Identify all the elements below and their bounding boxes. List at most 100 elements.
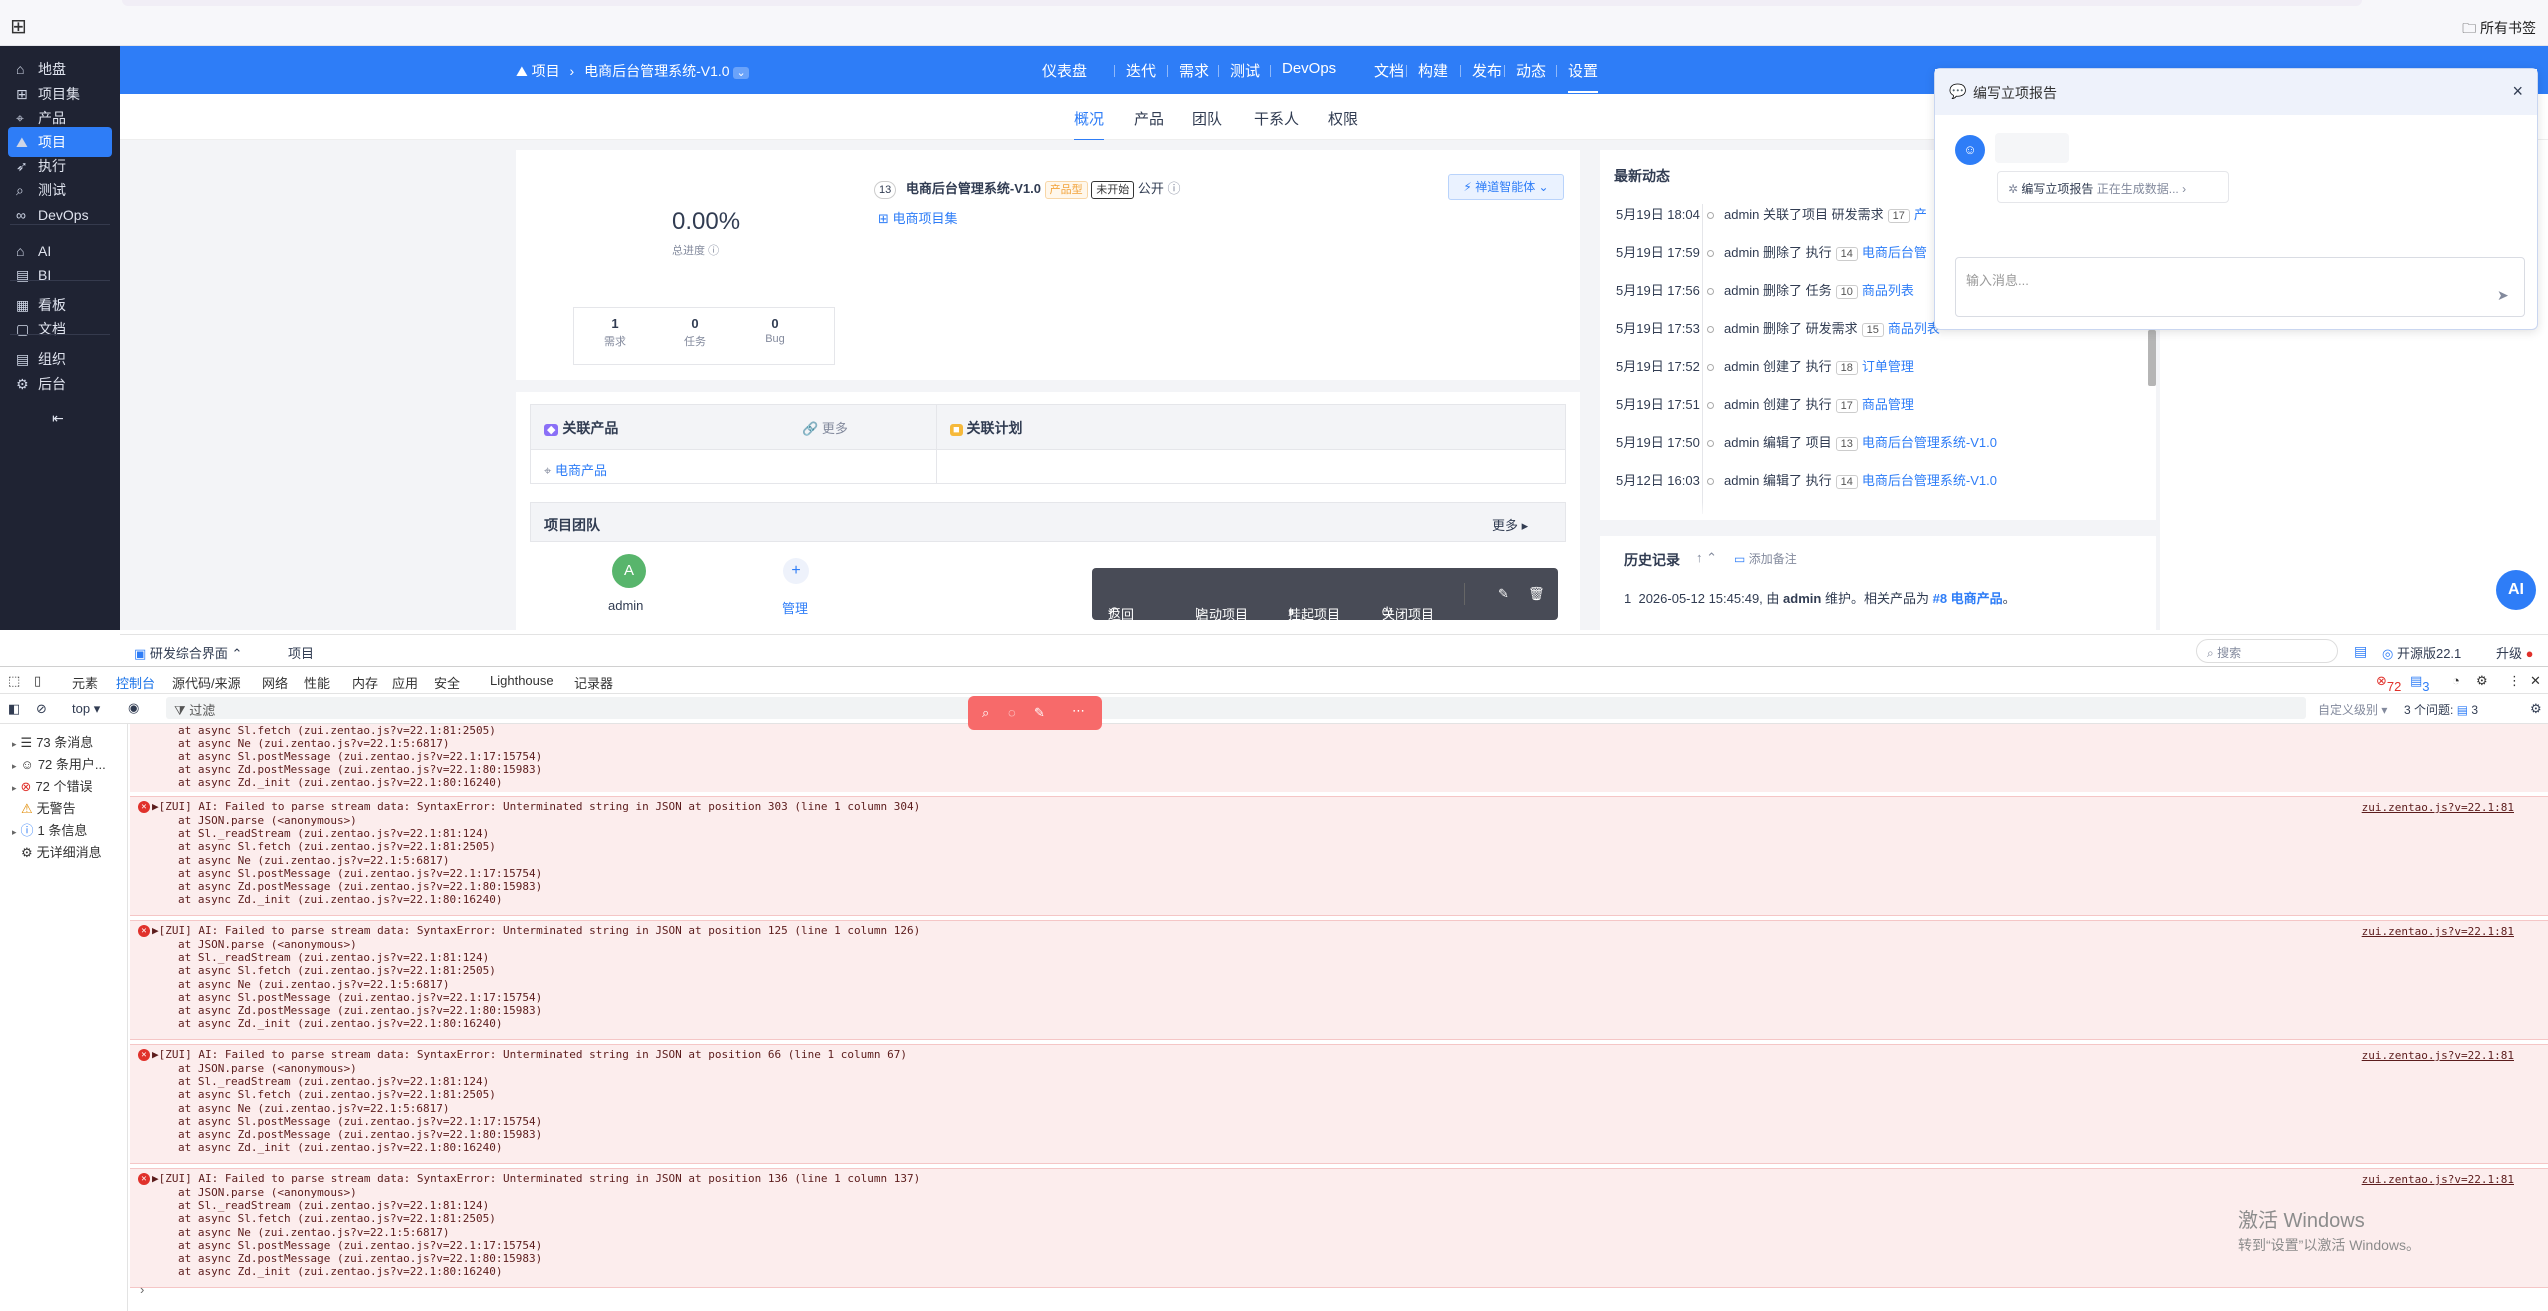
error-message[interactable]: ▶[ZUI] AI: Failed to parse stream data: … (152, 800, 920, 813)
eye-icon[interactable]: ◉ (128, 700, 139, 716)
tab-4[interactable]: 权限 (1328, 108, 1358, 129)
messages-filter[interactable]: ▸ ☰ 73 条消息 (12, 732, 93, 751)
user-messages-filter[interactable]: ▸ ☺ 72 条用户... (12, 754, 106, 773)
sidebar-item-12[interactable]: ⚙ 后台 (8, 369, 112, 399)
chat-input[interactable]: 输入消息... (1955, 257, 2525, 317)
app-switcher[interactable]: ▣ 研发综合界面 ⌃ (134, 643, 242, 662)
topnav-8[interactable]: 动态 (1516, 60, 1546, 81)
tab-2[interactable]: 团队 (1192, 108, 1222, 129)
feed-scroll-thumb[interactable] (2148, 330, 2156, 386)
topnav-3[interactable]: 测试 (1230, 60, 1260, 81)
topnav-5[interactable]: 文档 (1374, 60, 1404, 81)
log-level-select[interactable]: 自定义级别 ▾ (2318, 701, 2387, 718)
related-more-link[interactable]: 🔗 更多 (802, 418, 848, 437)
more-icon[interactable]: ⋯ (1072, 703, 1085, 719)
topnav-2[interactable]: 需求 (1179, 60, 1209, 81)
chevron-down-icon[interactable]: ⌄ (733, 67, 749, 79)
message-icon[interactable]: ▤ (2354, 643, 2367, 660)
close-icon[interactable]: × (2512, 81, 2523, 102)
info-icon[interactable]: ⓘ (1167, 181, 1180, 196)
collapse-sidebar-icon[interactable]: ⇤ (52, 410, 64, 427)
feed-link[interactable]: 商品列表 (1862, 283, 1914, 298)
clear-console-icon[interactable]: ⊘ (36, 701, 47, 717)
sidebar-toggle-icon[interactable]: ◧ (8, 701, 20, 717)
topnav-7[interactable]: 发布 (1472, 60, 1502, 81)
devtools-tab-7[interactable]: 安全 (434, 673, 460, 692)
tab-1[interactable]: 产品 (1134, 108, 1164, 129)
ai-fab-button[interactable]: AI (2496, 570, 2536, 610)
manage-team-link[interactable]: 管理 (782, 598, 808, 617)
history-product-link[interactable]: #8 电商产品 (1933, 591, 2003, 606)
comment-icon[interactable]: ◌ (1008, 705, 1016, 720)
device-toggle-icon[interactable]: ▯ (34, 673, 41, 689)
verbose-filter[interactable]: ⚙ 无详细消息 (12, 842, 102, 861)
program-link[interactable]: ⊞ 电商项目集 (878, 208, 958, 227)
avatar[interactable]: A (612, 554, 646, 588)
devtools-tab-0[interactable]: 元素 (72, 673, 98, 692)
console-filter-input[interactable]: ⧩ 过滤 (166, 697, 2306, 719)
topnav-0[interactable]: 仪表盘 (1042, 60, 1087, 81)
magic-icon[interactable]: ✎ (1034, 705, 1045, 721)
close-devtools-icon[interactable]: ✕ (2530, 673, 2541, 689)
inspect-icon[interactable]: ⬚ (8, 673, 20, 689)
warnings-filter[interactable]: ⚠ 无警告 (12, 798, 76, 817)
send-icon[interactable]: ➤ (2497, 287, 2509, 304)
devtools-tab-3[interactable]: 网络 (262, 673, 288, 692)
devtools-tab-9[interactable]: 记录器 (574, 673, 613, 692)
breadcrumb-root[interactable]: 项目 (532, 63, 560, 79)
history-sort-icons[interactable]: ↑ ⌃ (1696, 550, 1717, 566)
devtools-tab-8[interactable]: Lighthouse (490, 673, 554, 688)
bottom-search-input[interactable]: ⌕ 搜索 (2196, 639, 2338, 663)
feed-link[interactable]: 电商后台管理系统-V1.0 (1862, 473, 1997, 488)
error-message[interactable]: ▶[ZUI] AI: Failed to parse stream data: … (152, 1048, 907, 1061)
source-link[interactable]: zui.zentao.js?v=22.1:81 (2362, 925, 2514, 938)
context-select[interactable]: top ▾ (72, 701, 100, 717)
console-settings-icon[interactable]: ⚙ (2530, 701, 2542, 717)
sidebar-item-6[interactable]: ∞ DevOps (8, 200, 112, 230)
errors-filter[interactable]: ▸ ⊗ 72 个错误 (12, 776, 93, 795)
tab-3[interactable]: 干系人 (1254, 108, 1299, 129)
sync-icon[interactable]: ◔ (2452, 673, 2460, 688)
feed-link[interactable]: 订单管理 (1862, 359, 1914, 374)
feed-link[interactable]: 商品列表 (1888, 321, 1940, 336)
add-note-button[interactable]: ▭ 添加备注 (1734, 550, 1797, 567)
source-link[interactable]: zui.zentao.js?v=22.1:81 (2362, 801, 2514, 814)
error-message[interactable]: ▶[ZUI] AI: Failed to parse stream data: … (152, 1172, 920, 1185)
topnav-6[interactable]: 构建 (1418, 60, 1448, 81)
feed-link[interactable]: 产 (1914, 207, 1927, 222)
error-message[interactable]: ▶[ZUI] AI: Failed to parse stream data: … (152, 924, 920, 937)
settings-gear-icon[interactable]: ⚙ (2476, 673, 2488, 689)
console-prompt[interactable]: › (140, 1282, 144, 1297)
related-product-link[interactable]: ⌖ 电商产品 (544, 460, 607, 479)
source-link[interactable]: zui.zentao.js?v=22.1:81 (2362, 1173, 2514, 1186)
sidebar-item-10[interactable]: ▢ 文档 (8, 314, 112, 344)
devtools-tab-6[interactable]: 应用 (392, 673, 418, 692)
apps-grid-icon[interactable]: ⊞ (10, 14, 27, 39)
info-filter[interactable]: ▸ ⓘ 1 条信息 (12, 820, 87, 839)
upgrade-link[interactable]: 升级 ● (2496, 643, 2534, 662)
warning-count[interactable]: ▤ 3 (2410, 673, 2430, 694)
version-label[interactable]: ◎ 开源版22.1 (2382, 643, 2461, 662)
sidebar-item-8[interactable]: ▤ BI (8, 260, 112, 290)
error-count[interactable]: ⊗ 72 (2376, 673, 2401, 694)
source-link[interactable]: zui.zentao.js?v=22.1:81 (2362, 1049, 2514, 1062)
breadcrumb-project[interactable]: 电商后台管理系统-V1.0 (584, 63, 729, 79)
add-member-icon[interactable]: + (783, 558, 809, 584)
devtools-tab-4[interactable]: 性能 (304, 673, 330, 692)
task-card[interactable]: ✲ 编写立项报告 正在生成数据... › (1997, 171, 2229, 203)
edit-icon[interactable]: ✎ (1498, 586, 1509, 602)
devtools-tab-2[interactable]: 源代码/来源 (172, 673, 241, 692)
team-more-link[interactable]: 更多 ▸ (1492, 515, 1528, 534)
topnav-1[interactable]: 迭代 (1126, 60, 1156, 81)
issues-link[interactable]: 3 个问题: ▤ 3 (2404, 701, 2478, 718)
topnav-9[interactable]: 设置 (1568, 60, 1599, 93)
more-options-icon[interactable]: ⋮ (2508, 673, 2521, 689)
help-icon[interactable]: ⓘ (708, 245, 719, 257)
feed-link[interactable]: 商品管理 (1862, 397, 1914, 412)
search-icon[interactable]: ⌕ (982, 705, 989, 721)
topnav-4[interactable]: DevOps (1282, 60, 1336, 77)
devtools-tab-5[interactable]: 内存 (352, 673, 378, 692)
delete-icon[interactable]: 🗑 (1528, 586, 1545, 602)
feed-link[interactable]: 电商后台管 (1862, 245, 1927, 260)
tab-0[interactable]: 概况 (1074, 108, 1105, 141)
